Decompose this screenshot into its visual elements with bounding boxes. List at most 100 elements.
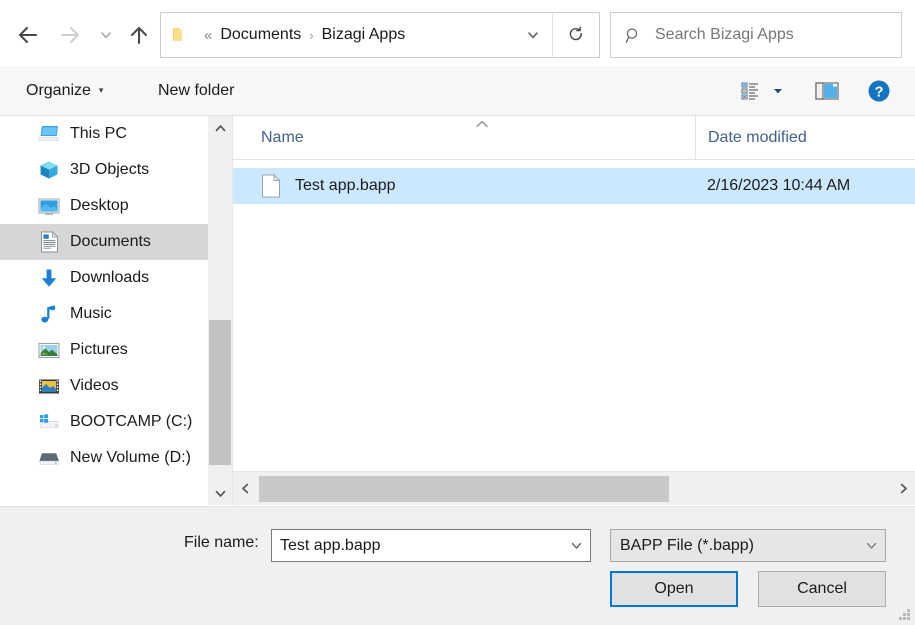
sort-ascending-icon: [473, 120, 491, 129]
column-header-row: Name Date modified: [233, 116, 915, 160]
chevron-up-icon: [215, 124, 225, 131]
sidebar-label: This PC: [70, 125, 127, 142]
sidebar-item-pictures[interactable]: Pictures: [0, 332, 208, 368]
chevron-down-icon: [215, 490, 225, 497]
documents-icon: [38, 231, 60, 253]
file-name-input[interactable]: Test app.bapp: [271, 529, 591, 562]
breadcrumb: « Documents › Bizagi Apps: [191, 24, 514, 46]
chevron-down-icon: [101, 32, 111, 39]
view-mode-button[interactable]: [734, 74, 790, 108]
navigation-sidebar[interactable]: This PC 3D Objects Desktop Documents Dow…: [0, 116, 208, 505]
file-name-label: File name:: [184, 534, 259, 551]
breadcrumb-item-documents[interactable]: Documents: [219, 24, 302, 46]
column-label: Name: [261, 128, 304, 146]
file-name-cell: Test app.bapp: [295, 177, 396, 194]
file-type-filter-select[interactable]: BAPP File (*.bapp): [610, 529, 886, 562]
desktop-icon: [38, 195, 60, 217]
breadcrumb-leading-separator[interactable]: «: [197, 28, 219, 43]
navigation-bar: « Documents › Bizagi Apps Search Bizagi …: [0, 0, 915, 66]
table-row[interactable]: Test app.bapp 2/16/2023 10:44 AM: [233, 168, 915, 204]
sidebar-label: 3D Objects: [70, 161, 150, 178]
recent-locations-button[interactable]: [92, 16, 120, 54]
drive-icon: [38, 447, 60, 469]
up-one-level-button[interactable]: [120, 16, 158, 54]
sidebar-scroll-down-button[interactable]: [208, 481, 232, 505]
forward-arrow-icon: [60, 26, 80, 44]
sidebar-scrollbar[interactable]: [208, 116, 232, 505]
drive-windows-icon: [38, 411, 60, 433]
sidebar-label: Downloads: [70, 269, 150, 286]
downloads-icon: [38, 267, 60, 289]
search-input[interactable]: Search Bizagi Apps: [655, 26, 794, 44]
chevron-left-icon: [241, 483, 248, 494]
breadcrumb-separator[interactable]: ›: [302, 29, 320, 42]
sidebar-label: BOOTCAMP (C:): [70, 413, 193, 430]
cancel-button[interactable]: Cancel: [758, 571, 886, 607]
file-list-pane: Name Date modified Test app.bapp 2/16/20…: [233, 116, 915, 471]
search-icon: [625, 27, 637, 43]
file-list-horizontal-scrollbar[interactable]: [233, 471, 915, 505]
new-folder-button[interactable]: New folder: [148, 66, 244, 115]
chevron-right-icon: [900, 483, 907, 494]
sidebar-item-3d-objects[interactable]: 3D Objects: [0, 152, 208, 188]
sidebar-item-videos[interactable]: Videos: [0, 368, 208, 404]
search-icon-wrapper: [611, 27, 655, 44]
column-header-name[interactable]: Name: [233, 116, 694, 159]
back-button[interactable]: [8, 16, 48, 54]
sidebar-scroll-up-button[interactable]: [208, 116, 232, 140]
search-box[interactable]: Search Bizagi Apps: [610, 12, 902, 58]
resize-grip-icon[interactable]: [897, 607, 911, 621]
3d-objects-icon: [38, 159, 60, 181]
forward-button[interactable]: [50, 16, 90, 54]
dialog-footer: [0, 506, 915, 625]
preview-pane-button[interactable]: [807, 74, 847, 108]
sidebar-label: New Volume (D:): [70, 449, 191, 466]
preview-pane-icon: [815, 82, 839, 100]
sidebar-scrollbar-thumb[interactable]: [209, 320, 231, 465]
sidebar-label: Pictures: [70, 341, 128, 358]
sidebar-label: Music: [70, 305, 112, 322]
chevron-down-icon: [773, 89, 782, 94]
sidebar-label: Videos: [70, 377, 119, 394]
chevron-down-icon: ▾: [98, 85, 104, 95]
help-icon: ?: [868, 80, 890, 102]
sidebar-item-bootcamp-c[interactable]: BOOTCAMP (C:): [0, 404, 208, 440]
new-folder-label: New folder: [158, 81, 235, 99]
file-type-filter-value: BAPP File (*.bapp): [620, 536, 754, 554]
hscroll-left-button[interactable]: [233, 472, 257, 505]
address-dropdown-button[interactable]: [514, 13, 552, 57]
organize-button[interactable]: Organize ▾: [16, 66, 113, 115]
file-date-cell: 2/16/2023 10:44 AM: [707, 177, 851, 194]
chevron-down-icon: [857, 539, 885, 552]
column-label: Date modified: [708, 128, 807, 146]
toolbar: Organize ▾ New folder ?: [0, 66, 915, 116]
refresh-button[interactable]: [553, 13, 599, 57]
videos-icon: [38, 375, 60, 397]
open-button[interactable]: Open: [610, 571, 738, 607]
refresh-icon: [569, 26, 582, 41]
music-icon: [38, 303, 60, 325]
svg-text:?: ?: [875, 84, 884, 100]
organize-label: Organize: [26, 81, 91, 99]
chevron-down-icon: [528, 32, 538, 39]
hscroll-right-button[interactable]: [891, 472, 915, 505]
chevron-down-icon: [571, 542, 581, 549]
sidebar-item-new-volume-d[interactable]: New Volume (D:): [0, 440, 208, 476]
sidebar-label: Documents: [70, 233, 151, 250]
file-open-dialog: « Documents › Bizagi Apps Search Bizagi …: [0, 0, 915, 625]
sidebar-item-documents[interactable]: Documents: [0, 224, 208, 260]
view-list-icon: [741, 82, 758, 100]
sidebar-item-this-pc[interactable]: This PC: [0, 116, 208, 152]
help-button[interactable]: ?: [859, 74, 899, 108]
pictures-icon: [38, 339, 60, 361]
sidebar-item-music[interactable]: Music: [0, 296, 208, 332]
hscroll-thumb[interactable]: [259, 476, 669, 502]
sidebar-item-downloads[interactable]: Downloads: [0, 260, 208, 296]
back-arrow-icon: [18, 26, 38, 44]
column-header-date-modified[interactable]: Date modified: [695, 116, 915, 159]
breadcrumb-item-bizagi-apps[interactable]: Bizagi Apps: [321, 24, 407, 46]
address-bar[interactable]: « Documents › Bizagi Apps: [160, 12, 600, 58]
sidebar-label: Desktop: [70, 197, 129, 214]
file-name-dropdown-button[interactable]: [562, 539, 590, 552]
sidebar-item-desktop[interactable]: Desktop: [0, 188, 208, 224]
